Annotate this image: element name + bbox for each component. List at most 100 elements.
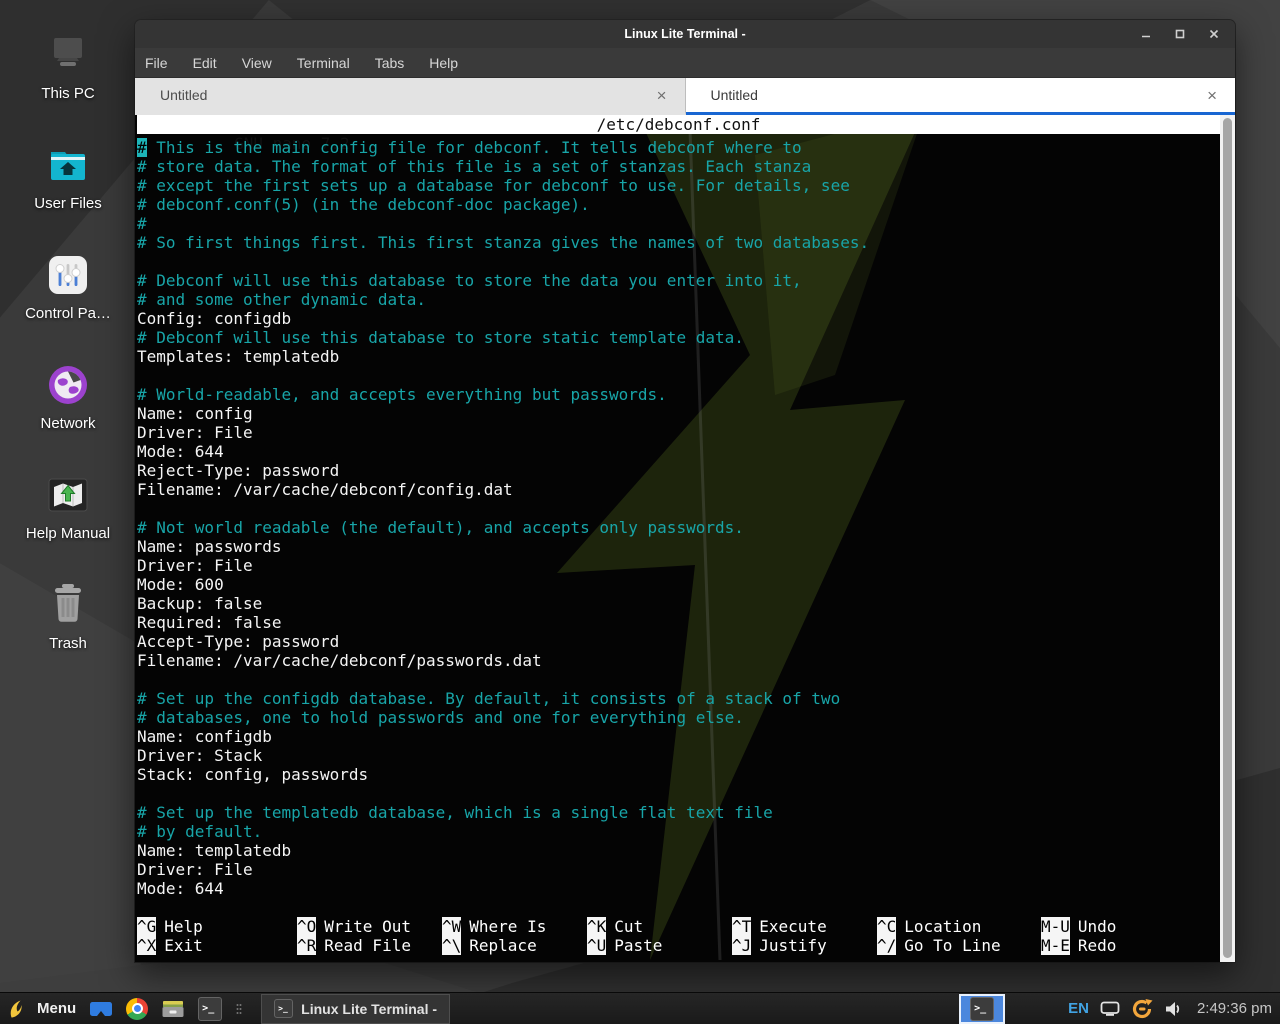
- nano-lines[interactable]: # This is the main config file for debco…: [137, 138, 1220, 898]
- shortcut-key: ^U: [587, 936, 606, 955]
- nano-line: Name: templatedb: [137, 841, 1220, 860]
- shortcut-key: ^G: [137, 917, 156, 936]
- shortcut-label: Help: [164, 917, 203, 936]
- shortcut-label: Where Is: [469, 917, 546, 936]
- close-button[interactable]: [1207, 27, 1221, 41]
- shortcut-label: Replace: [469, 936, 536, 955]
- scrollbar-thumb[interactable]: [1223, 118, 1232, 958]
- start-menu-button[interactable]: Menu: [37, 1000, 76, 1017]
- task-button-label: Linux Lite Terminal -: [301, 1001, 437, 1017]
- nano-line: # and some other dynamic data.: [137, 290, 1220, 309]
- menu-help[interactable]: Help: [429, 55, 458, 71]
- desktop-icon-control-panel[interactable]: Control Pa…: [0, 246, 136, 356]
- shortcut-label: Go To Line: [904, 936, 1000, 955]
- shortcut-label: Paste: [614, 936, 662, 955]
- nano-line: # This is the main config file for debco…: [137, 138, 1220, 157]
- linux-lite-logo-icon[interactable]: [8, 999, 24, 1019]
- desktop-icon-label: Help Manual: [26, 525, 110, 542]
- shortcut-label: Cut: [614, 917, 643, 936]
- terminal-icon: >_: [970, 997, 994, 1021]
- nano-line: # Debconf will use this database to stor…: [137, 328, 1220, 347]
- menu-file[interactable]: File: [145, 55, 168, 71]
- shortcut-key: ^O: [297, 917, 316, 936]
- window-titlebar[interactable]: Linux Lite Terminal -: [135, 20, 1235, 48]
- tray-terminal-highlight[interactable]: >_: [959, 994, 1005, 1024]
- desktop-icon-label: This PC: [41, 85, 94, 102]
- nano-line: [137, 670, 1220, 689]
- nano-line: Driver: File: [137, 423, 1220, 442]
- minimize-button[interactable]: [1139, 27, 1153, 41]
- desktop-icon-label: Control Pa…: [25, 305, 111, 322]
- taskbar-tray: >_ EN 2:49:36 pm: [959, 994, 1280, 1024]
- menu-edit[interactable]: Edit: [193, 55, 217, 71]
- nano-line: Stack: config, passwords: [137, 765, 1220, 784]
- taskbar: Menu >_ >_ Linux Lite Terminal: [0, 992, 1280, 1024]
- shortcut-key: ^K: [587, 917, 606, 936]
- file-manager-icon[interactable]: [161, 999, 185, 1019]
- shortcut-key: ^\: [442, 936, 461, 955]
- nano-line: Required: false: [137, 613, 1220, 632]
- menu-terminal[interactable]: Terminal: [297, 55, 350, 71]
- nano-line: Name: config: [137, 404, 1220, 423]
- shortcut-label: Write Out: [324, 917, 411, 936]
- shortcut-label: Exit: [164, 936, 203, 955]
- terminal-launcher-icon[interactable]: >_: [198, 997, 222, 1021]
- desktop-icon-user-files[interactable]: User Files: [0, 136, 136, 246]
- nano-line: # Set up the templatedb database, which …: [137, 803, 1220, 822]
- display-tray-icon[interactable]: [1100, 1001, 1120, 1016]
- nano-editor[interactable]: GNU nano 7.2 /etc/debconf.conf # This is…: [135, 115, 1220, 962]
- shortcut-key: ^T: [732, 917, 751, 936]
- nano-line: Driver: Stack: [137, 746, 1220, 765]
- desktop-icon-label: Network: [40, 415, 95, 432]
- nano-shortcut-column: ^OWrite Out^RRead File: [297, 917, 411, 955]
- terminal-view[interactable]: GNU nano 7.2 /etc/debconf.conf # This is…: [135, 115, 1235, 962]
- nano-line: Reject-Type: password: [137, 461, 1220, 480]
- tab-bar: Untitled × Untitled ×: [135, 78, 1235, 115]
- nano-cursor: #: [137, 138, 147, 157]
- nano-line: Filename: /var/cache/debconf/passwords.d…: [137, 651, 1220, 670]
- shortcut-key: ^J: [732, 936, 751, 955]
- shortcut-key: ^R: [297, 936, 316, 955]
- desktop-icon-trash[interactable]: Trash: [0, 576, 136, 686]
- nano-line: [137, 784, 1220, 803]
- tab-untitled-1[interactable]: Untitled ×: [135, 78, 686, 115]
- desktop-icon-network[interactable]: Network: [0, 356, 136, 466]
- terminal-icon: >_: [274, 999, 293, 1018]
- nano-line: # So first things first. This first stan…: [137, 233, 1220, 252]
- nano-line: [137, 499, 1220, 518]
- manual-book-icon: [46, 472, 90, 518]
- volume-icon[interactable]: [1164, 1001, 1182, 1017]
- tab-close-icon[interactable]: ×: [1207, 87, 1217, 104]
- maximize-button[interactable]: [1173, 27, 1187, 41]
- globe-icon: [46, 362, 90, 408]
- nano-line: Backup: false: [137, 594, 1220, 613]
- language-indicator[interactable]: EN: [1068, 1000, 1089, 1017]
- this-pc-icon: [45, 32, 91, 78]
- update-manager-icon[interactable]: [1131, 998, 1153, 1020]
- desktop-icon-this-pc[interactable]: This PC: [0, 26, 136, 136]
- clock[interactable]: 2:49:36 pm: [1193, 1000, 1272, 1017]
- nano-shortcut-column: ^K Cut ^U Paste: [587, 917, 662, 955]
- shortcut-label: Undo: [1078, 917, 1117, 936]
- shortcut-label: Execute: [759, 917, 826, 936]
- nano-line: #: [137, 214, 1220, 233]
- nano-line: # except the first sets up a database fo…: [137, 176, 1220, 195]
- menu-tabs[interactable]: Tabs: [375, 55, 405, 71]
- desktop-icon-label: Trash: [49, 635, 87, 652]
- shortcut-key: M-U: [1041, 917, 1070, 936]
- task-button-terminal[interactable]: >_ Linux Lite Terminal -: [261, 994, 450, 1024]
- tab-close-icon[interactable]: ×: [657, 87, 667, 104]
- nano-line: # Set up the configdb database. By defau…: [137, 689, 1220, 708]
- chrome-browser-icon[interactable]: [126, 998, 148, 1020]
- desktop-icon-help-manual[interactable]: Help Manual: [0, 466, 136, 576]
- shortcut-key: ^C: [877, 917, 896, 936]
- trash-icon: [48, 582, 88, 628]
- nano-titlebar: GNU nano 7.2 /etc/debconf.conf: [137, 115, 1220, 134]
- workspace-icon[interactable]: [89, 1000, 113, 1018]
- sliders-icon: [46, 252, 90, 298]
- nano-line: # store data. The format of this file is…: [137, 157, 1220, 176]
- tab-untitled-2[interactable]: Untitled ×: [686, 78, 1236, 115]
- shortcut-key: ^X: [137, 936, 156, 955]
- terminal-scrollbar[interactable]: [1220, 115, 1235, 962]
- menu-view[interactable]: View: [242, 55, 272, 71]
